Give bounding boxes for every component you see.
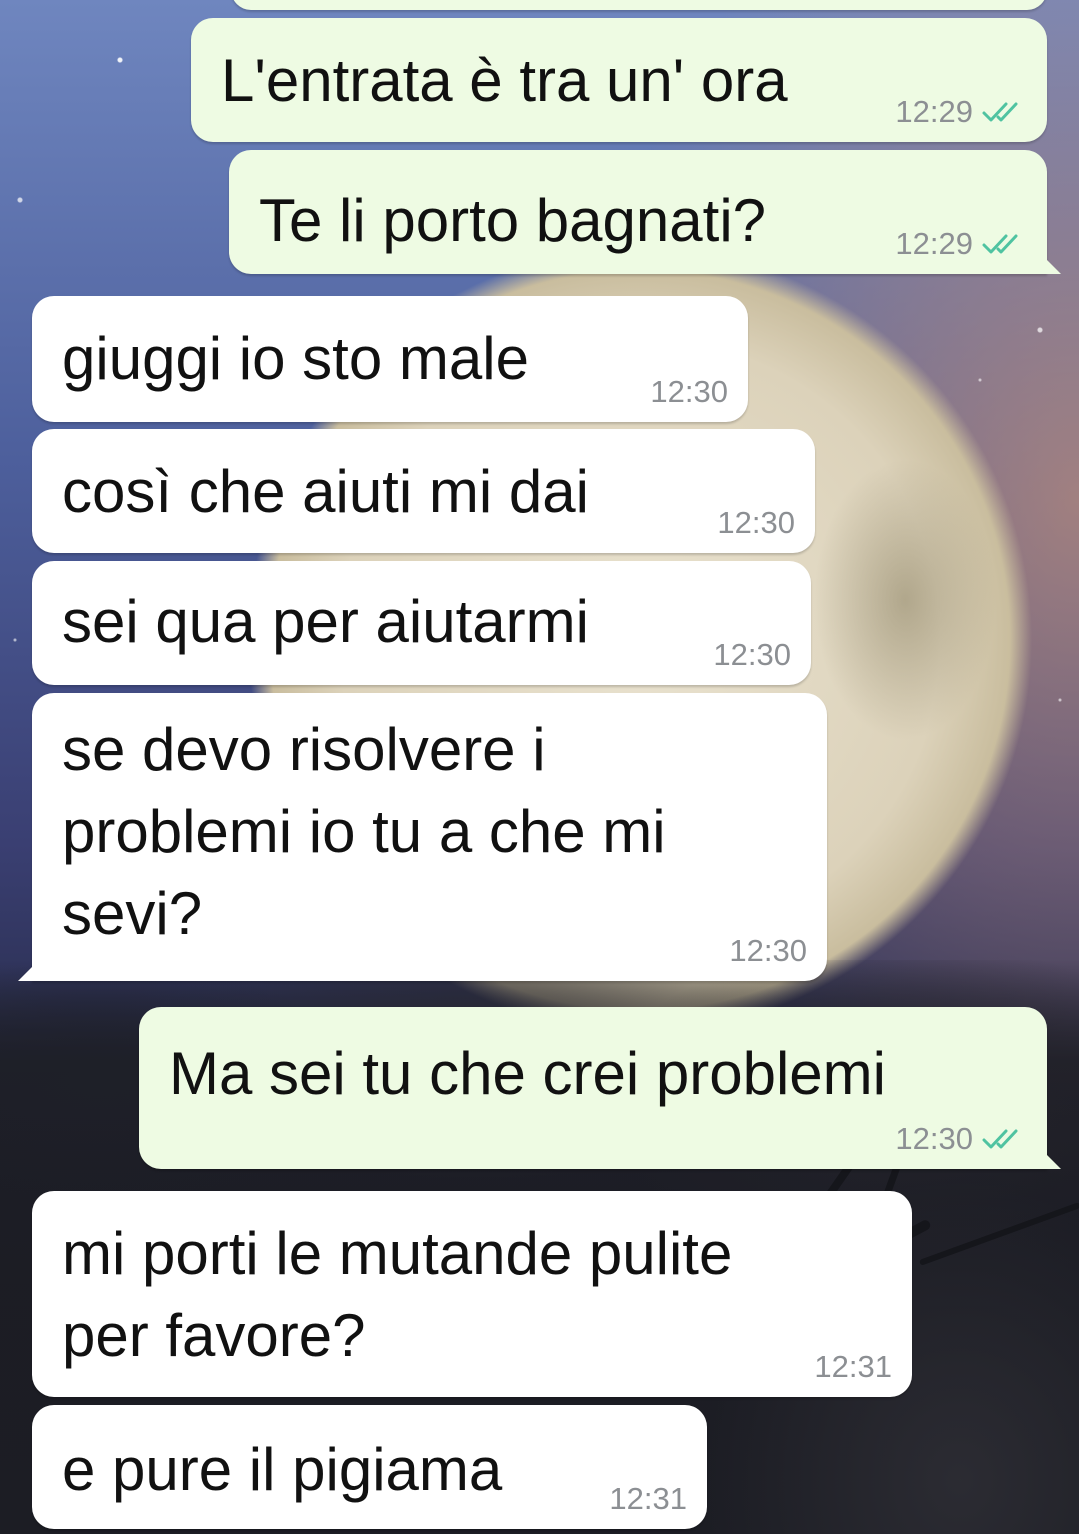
message-bubble-incoming[interactable]: e pure il pigiama 12:31	[32, 1405, 707, 1529]
message-text: se devo risolvere i problemi io tu a che…	[62, 716, 666, 947]
message-bubble-outgoing[interactable]: L'entrata è tra un' ora 12:29	[191, 18, 1047, 142]
message-time: 12:30	[717, 505, 795, 540]
message-bubble-outgoing[interactable]: Te li porto bagnati? 12:29	[229, 150, 1061, 274]
message-bubble-incoming[interactable]: così che aiuti mi dai 12:30	[32, 429, 815, 553]
message-time: 12:29	[895, 226, 973, 261]
message-bubble-incoming[interactable]: giuggi io sto male 12:30	[32, 296, 748, 422]
message-time: 12:31	[609, 1481, 687, 1516]
message-meta: 12:29	[895, 226, 1027, 262]
message-bubble-outgoing[interactable]	[231, 0, 1047, 10]
message-bubble-incoming[interactable]: mi porti le mutande pulite per favore? 1…	[32, 1191, 912, 1397]
message-time: 12:30	[650, 374, 728, 409]
chat-messages[interactable]: L'entrata è tra un' ora 12:29 Te li port…	[0, 0, 1079, 1534]
message-meta: 12:31	[814, 1349, 892, 1385]
message-time: 12:30	[895, 1121, 973, 1156]
message-text: Ma sei tu che crei problemi	[169, 1040, 886, 1107]
message-text: così che aiuti mi dai	[62, 458, 589, 525]
double-check-icon	[982, 102, 1018, 122]
double-check-icon	[982, 234, 1018, 254]
message-bubble-incoming[interactable]: se devo risolvere i problemi io tu a che…	[18, 693, 827, 981]
message-meta: 12:30	[717, 505, 795, 541]
message-text: Te li porto bagnati?	[259, 187, 767, 254]
message-text: mi porti le mutande pulite per favore?	[62, 1220, 733, 1369]
double-check-icon	[982, 1129, 1018, 1149]
bubble-tail	[1043, 256, 1061, 274]
message-text: giuggi io sto male	[62, 325, 529, 392]
message-meta: 12:30	[650, 374, 728, 410]
message-bubble-outgoing[interactable]: Ma sei tu che crei problemi 12:30	[139, 1007, 1061, 1169]
message-time: 12:30	[713, 637, 791, 672]
bubble-tail	[1043, 1151, 1061, 1169]
message-meta: 12:30	[895, 1121, 1027, 1157]
message-text: e pure il pigiama	[62, 1436, 503, 1503]
message-text: sei qua per aiutarmi	[62, 588, 589, 655]
message-time: 12:31	[814, 1349, 892, 1384]
bubble-tail	[18, 963, 36, 981]
message-time: 12:30	[729, 933, 807, 968]
message-meta: 12:30	[729, 933, 807, 969]
message-meta: 12:30	[713, 637, 791, 673]
message-text: L'entrata è tra un' ora	[221, 47, 788, 114]
message-time: 12:29	[895, 94, 973, 129]
message-meta: 12:31	[609, 1481, 687, 1517]
message-meta: 12:29	[895, 94, 1027, 130]
message-bubble-incoming[interactable]: sei qua per aiutarmi 12:30	[32, 561, 811, 685]
